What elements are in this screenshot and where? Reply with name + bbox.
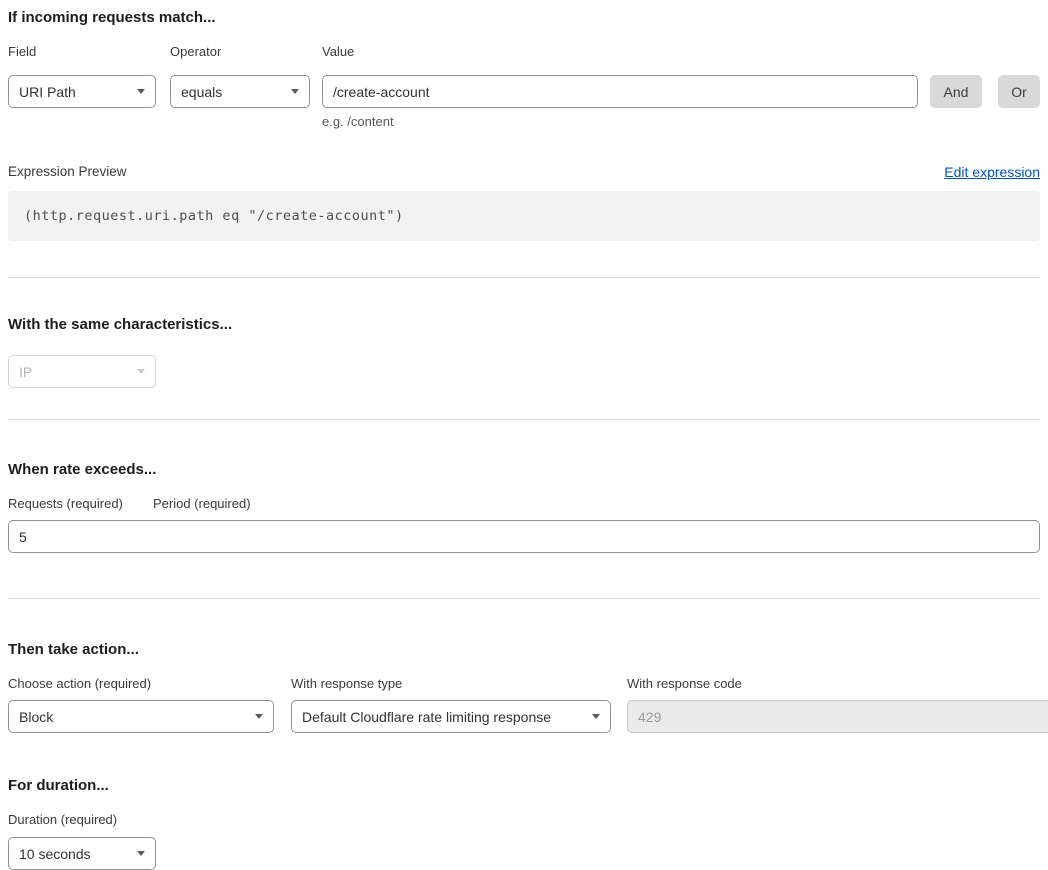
or-button[interactable]: Or <box>998 75 1040 108</box>
period-label: Period (required) <box>153 496 251 512</box>
match-labels-row: Field Operator Value <box>8 44 1040 60</box>
chevron-down-icon <box>255 714 263 719</box>
characteristics-section: With the same characteristics... IP <box>8 315 1040 388</box>
operator-label: Operator <box>170 44 310 60</box>
duration-label: Duration (required) <box>8 812 1040 828</box>
field-select[interactable]: URI Path <box>8 75 156 108</box>
characteristic-select: IP <box>8 355 156 388</box>
chevron-down-icon <box>137 89 145 94</box>
rate-section-heading: When rate exceeds... <box>8 460 1040 480</box>
chevron-down-icon <box>592 714 600 719</box>
rate-section: When rate exceeds... Requests (required)… <box>8 460 1040 553</box>
section-divider <box>8 598 1040 599</box>
characteristic-select-value: IP <box>19 364 32 380</box>
match-section: If incoming requests match... Field Oper… <box>8 8 1040 241</box>
characteristics-section-heading: With the same characteristics... <box>8 315 1040 335</box>
choose-action-select-value: Block <box>19 709 53 725</box>
operator-select[interactable]: equals <box>170 75 310 108</box>
duration-section-heading: For duration... <box>8 776 1040 796</box>
response-type-label: With response type <box>291 676 611 692</box>
action-section-heading: Then take action... <box>8 640 1040 660</box>
expression-preview-label: Expression Preview <box>8 164 127 180</box>
choose-action-select[interactable]: Block <box>8 700 274 733</box>
duration-select-value: 10 seconds <box>19 846 91 862</box>
requests-label: Requests (required) <box>8 496 141 512</box>
characteristics-controls-row: IP <box>8 355 1040 388</box>
chevron-down-icon <box>137 369 145 374</box>
edit-expression-link[interactable]: Edit expression <box>944 164 1040 180</box>
response-type-select[interactable]: Default Cloudflare rate limiting respons… <box>291 700 611 733</box>
value-column: e.g. /content <box>322 75 918 130</box>
response-code-label: With response code <box>627 676 788 692</box>
requests-input[interactable] <box>8 520 1040 553</box>
expression-code-text: (http.request.uri.path eq "/create-accou… <box>24 208 404 224</box>
response-type-select-value: Default Cloudflare rate limiting respons… <box>302 709 551 725</box>
section-divider <box>8 277 1040 278</box>
match-controls-row: URI Path equals e.g. /content And Or <box>8 75 1040 130</box>
action-section: Then take action... Choose action (requi… <box>8 640 1040 733</box>
rate-controls-row: 10 seconds <box>8 520 1040 553</box>
choose-action-label: Choose action (required) <box>8 676 274 692</box>
field-select-value: URI Path <box>19 84 76 100</box>
response-code-input <box>627 700 1048 733</box>
action-controls-row: Block Default Cloudflare rate limiting r… <box>8 700 1040 733</box>
chevron-down-icon <box>137 851 145 856</box>
action-labels-row: Choose action (required) With response t… <box>8 676 1040 692</box>
field-label: Field <box>8 44 156 60</box>
expression-preview-code: (http.request.uri.path eq "/create-accou… <box>8 191 1040 241</box>
section-divider <box>8 419 1040 420</box>
duration-section: For duration... Duration (required) 10 s… <box>8 776 1040 870</box>
value-helper-text: e.g. /content <box>322 114 918 130</box>
value-label: Value <box>322 44 1040 60</box>
and-button[interactable]: And <box>930 75 982 108</box>
expression-preview-header: Expression Preview Edit expression <box>8 164 1040 180</box>
chevron-down-icon <box>291 89 299 94</box>
operator-select-value: equals <box>181 84 222 100</box>
rate-labels-row: Requests (required) Period (required) <box>8 496 1040 512</box>
match-section-heading: If incoming requests match... <box>8 8 1040 28</box>
value-input[interactable] <box>322 75 918 108</box>
